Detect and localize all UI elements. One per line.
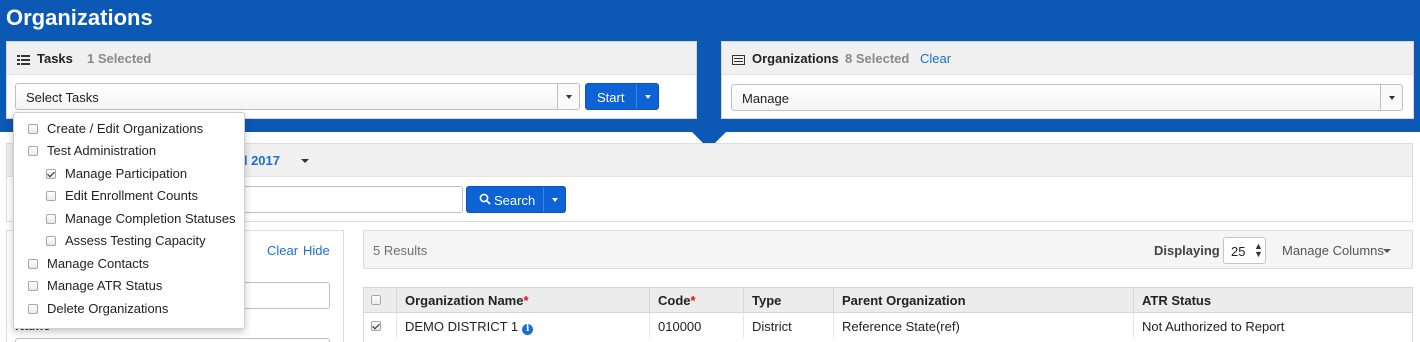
column-header-type[interactable]: Type — [743, 288, 833, 313]
row-checkbox[interactable] — [371, 321, 381, 331]
start-options-toggle[interactable] — [636, 84, 658, 109]
select-tasks-toggle[interactable] — [557, 84, 579, 109]
menu-item-checkbox[interactable] — [46, 191, 56, 201]
search-button-label: Search — [494, 193, 536, 208]
tasks-panel: Tasks 1 Selected Select Tasks Start — [6, 41, 697, 119]
menu-item-checkbox[interactable] — [28, 124, 38, 134]
column-header-organization-name[interactable]: Organization Name* — [396, 288, 649, 313]
organizations-table: Organization Name* Code* Type Parent Org… — [363, 287, 1413, 342]
select-tasks-value: Select Tasks — [26, 90, 99, 105]
menu-item-checkbox[interactable] — [28, 146, 38, 156]
menu-item-manage-completion-statuses[interactable]: Manage Completion Statuses — [14, 208, 244, 230]
displaying-label: Displaying — [1154, 243, 1220, 258]
organizations-panel-title: Organizations — [752, 51, 839, 66]
search-options-toggle[interactable] — [543, 187, 565, 212]
updown-arrows-icon: ▲ ▼ — [1254, 241, 1263, 259]
menu-item-checkbox[interactable] — [46, 214, 56, 224]
page-title: Organizations — [6, 5, 153, 30]
menu-item-delete-organizations[interactable]: Delete Organizations — [14, 298, 244, 320]
organizations-action-dropdown[interactable]: Manage — [731, 84, 1403, 111]
menu-item-checkbox[interactable] — [46, 236, 56, 246]
table-row[interactable]: DEMO DISTRICT 1i 010000 District Referen… — [364, 313, 1412, 338]
clear-organizations-link[interactable]: Clear — [920, 51, 951, 66]
menu-item-label: Edit Enrollment Counts — [65, 188, 198, 203]
chevron-down-icon[interactable] — [301, 159, 309, 163]
search-input[interactable] — [238, 186, 463, 213]
chevron-down-icon — [645, 95, 651, 99]
column-label: Parent Organization — [842, 293, 966, 308]
search-icon — [479, 193, 491, 208]
page-size-select[interactable]: 25 ▲ ▼ — [1223, 237, 1266, 264]
column-header-parent-organization[interactable]: Parent Organization — [833, 288, 1133, 313]
menu-item-label: Manage ATR Status — [47, 278, 163, 293]
menu-item-manage-atr-status[interactable]: Manage ATR Status — [14, 275, 244, 297]
menu-item-test-administration[interactable]: Test Administration — [14, 140, 244, 162]
menu-item-edit-enrollment-counts[interactable]: Edit Enrollment Counts — [14, 185, 244, 207]
menu-item-create-edit-organizations[interactable]: Create / Edit Organizations — [14, 118, 244, 140]
menu-item-assess-testing-capacity[interactable]: Assess Testing Capacity — [14, 230, 244, 252]
chevron-down-icon — [1389, 96, 1395, 100]
menu-item-label: Delete Organizations — [47, 301, 169, 316]
chevron-down-icon — [566, 95, 572, 99]
required-marker: * — [690, 293, 696, 308]
page-size-value: 25 — [1231, 244, 1246, 259]
required-marker: * — [523, 293, 529, 308]
tasks-panel-title: Tasks — [37, 51, 73, 66]
name-filter-input[interactable] — [15, 338, 330, 342]
menu-item-label: Manage Contacts — [47, 256, 149, 271]
cell-type: District — [743, 313, 833, 338]
search-button[interactable]: Search — [466, 186, 566, 213]
organizations-panel-header: Organizations 8 Selected Clear — [722, 42, 1413, 75]
cell-atr-status: Not Authorized to Report — [1133, 313, 1413, 338]
task-dropdown-menu: Create / Edit Organizations Test Adminis… — [13, 112, 245, 329]
select-tasks-dropdown[interactable]: Select Tasks — [15, 83, 580, 110]
start-button-label: Start — [597, 90, 625, 105]
organization-name: DEMO DISTRICT 1 — [405, 319, 519, 334]
menu-item-checkbox[interactable] — [28, 259, 38, 269]
results-toolbar: 5 Results Displaying 25 ▲ ▼ Manage Column… — [363, 230, 1413, 269]
column-header-atr-status[interactable]: ATR Status — [1133, 288, 1413, 313]
start-button[interactable]: Start — [585, 83, 659, 110]
tasks-list-icon — [17, 53, 30, 65]
column-label: Organization Name — [405, 293, 524, 308]
column-label: ATR Status — [1142, 293, 1212, 308]
organizations-action-toggle[interactable] — [1380, 85, 1402, 110]
organizations-action-value: Manage — [742, 91, 789, 106]
manage-columns-menu[interactable]: Manage Columns — [1282, 243, 1384, 258]
cell-code: 010000 — [649, 313, 743, 338]
cell-parent-organization: Reference State(ref) — [833, 313, 1133, 338]
hide-filters-link[interactable]: Hide — [303, 243, 330, 258]
clear-filters-link[interactable]: Clear — [267, 243, 298, 258]
organizations-panel: Organizations 8 Selected Clear Manage — [721, 41, 1414, 119]
organizations-list-icon — [732, 53, 745, 65]
menu-item-label: Manage Completion Statuses — [65, 211, 236, 226]
column-label: Code — [658, 293, 691, 308]
column-header-code[interactable]: Code* — [649, 288, 743, 313]
menu-item-checkbox[interactable] — [28, 281, 38, 291]
menu-item-checkbox[interactable] — [28, 304, 38, 314]
menu-item-label: Test Administration — [47, 143, 157, 158]
results-count: 5 Results — [373, 243, 428, 258]
menu-item-manage-contacts[interactable]: Manage Contacts — [14, 253, 244, 275]
menu-item-label: Create / Edit Organizations — [47, 121, 204, 136]
menu-item-label: Assess Testing Capacity — [65, 233, 206, 248]
column-label: Type — [752, 293, 782, 308]
info-icon[interactable]: i — [522, 324, 534, 335]
chevron-down-icon[interactable] — [1383, 249, 1391, 253]
menu-item-manage-participation[interactable]: Manage Participation — [14, 163, 244, 185]
menu-item-label: Manage Participation — [65, 166, 188, 181]
tasks-selected-count: 1 Selected — [87, 51, 152, 66]
select-all-checkbox[interactable] — [371, 295, 381, 305]
cell-organization-name: DEMO DISTRICT 1i — [396, 313, 649, 338]
table-header: Organization Name* Code* Type Parent Org… — [364, 288, 1412, 313]
menu-item-checkbox[interactable] — [46, 169, 56, 179]
chevron-down-icon — [552, 198, 558, 202]
organizations-selected-count: 8 Selected — [845, 51, 910, 66]
tasks-panel-header: Tasks 1 Selected — [7, 42, 696, 75]
